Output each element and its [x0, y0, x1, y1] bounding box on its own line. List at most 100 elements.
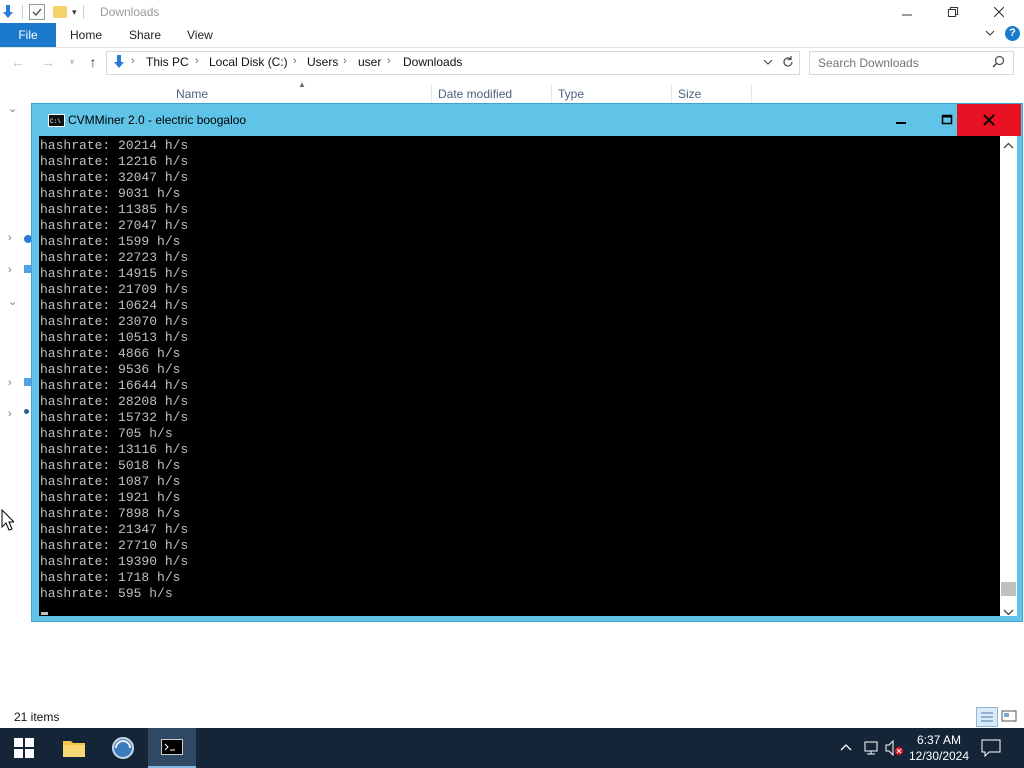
downloads-folder-icon — [111, 54, 127, 73]
properties-icon[interactable] — [29, 4, 45, 20]
breadcrumb-user[interactable]: user — [358, 55, 381, 69]
column-type[interactable]: Type — [552, 84, 672, 104]
download-arrow-icon[interactable] — [0, 4, 16, 20]
console-line: hashrate: 595 h/s — [40, 586, 173, 601]
console-taskbar-button[interactable] — [148, 728, 196, 768]
console-cursor — [41, 612, 48, 615]
console-line: hashrate: 1718 h/s — [40, 570, 181, 585]
browser-globe-icon — [112, 737, 134, 759]
tab-home[interactable]: Home — [70, 23, 102, 47]
details-view-icon[interactable] — [976, 707, 998, 727]
scroll-down-chevron-icon[interactable] — [1003, 605, 1014, 619]
console-close-button[interactable] — [957, 104, 1021, 136]
action-center-icon[interactable] — [981, 739, 1001, 760]
address-dropdown-icon[interactable] — [762, 56, 774, 71]
breadcrumb-separator-icon[interactable]: › — [195, 55, 199, 67]
tab-file[interactable]: File — [0, 23, 56, 47]
column-size[interactable]: Size — [672, 84, 752, 104]
up-arrow-icon[interactable]: ↑ — [83, 54, 103, 72]
search-icon[interactable] — [992, 55, 1005, 71]
console-line: hashrate: 1599 h/s — [40, 234, 181, 249]
homegroup-icon — [24, 409, 29, 414]
console-icon — [161, 739, 183, 755]
scroll-thumb[interactable] — [1001, 582, 1016, 596]
console-scrollbar[interactable] — [1000, 136, 1017, 616]
console-line: hashrate: 14915 h/s — [40, 266, 189, 281]
volume-muted-icon[interactable] — [884, 739, 904, 759]
browser-taskbar-button[interactable] — [99, 728, 147, 768]
quick-access-toolbar: ▾ — [0, 3, 90, 21]
breadcrumb-separator-icon[interactable]: › — [131, 55, 135, 67]
console-line: hashrate: 16644 h/s — [40, 378, 189, 393]
item-count: 21 items — [14, 710, 60, 724]
ribbon-expand-icon[interactable] — [984, 27, 996, 42]
nav-collapse-chevron-icon[interactable]: › — [8, 232, 12, 244]
nav-collapse-chevron-icon[interactable]: › — [8, 377, 12, 389]
console-output[interactable]: hashrate: 20214 h/s hashrate: 12216 h/s ha… — [39, 136, 1000, 616]
console-line: hashrate: 9031 h/s — [40, 186, 181, 201]
show-hidden-icons-chevron-icon[interactable] — [839, 741, 853, 756]
console-line: hashrate: 27710 h/s — [40, 538, 189, 553]
console-title-bar[interactable]: C:\ CVMMiner 2.0 - electric boogaloo — [32, 104, 1022, 136]
console-line: hashrate: 32047 h/s — [40, 170, 189, 185]
svg-text:C:\: C:\ — [50, 118, 61, 125]
ribbon-tabs: File Home Share View ? — [0, 23, 1024, 48]
window-title: Downloads — [100, 5, 160, 19]
sort-ascending-icon: ▲ — [298, 80, 306, 89]
console-line: hashrate: 22723 h/s — [40, 250, 189, 265]
console-line: hashrate: 20214 h/s — [40, 138, 189, 153]
console-line: hashrate: 4866 h/s — [40, 346, 181, 361]
console-line: hashrate: 1087 h/s — [40, 474, 181, 489]
nav-collapse-chevron-icon[interactable]: › — [8, 264, 12, 276]
breadcrumb-local-disk[interactable]: Local Disk (C:) — [209, 55, 288, 69]
minimize-button[interactable] — [884, 0, 930, 23]
console-title: CVMMiner 2.0 - electric boogaloo — [68, 113, 247, 127]
nav-expand-chevron-icon[interactable]: ⌄ — [8, 102, 17, 115]
new-folder-icon[interactable] — [53, 6, 67, 18]
close-button[interactable] — [976, 0, 1022, 23]
chevron-down-icon[interactable]: ▾ — [72, 7, 77, 18]
forward-arrow-icon[interactable]: → — [38, 54, 58, 72]
console-line: hashrate: 27047 h/s — [40, 218, 189, 233]
console-minimize-button[interactable] — [878, 104, 924, 136]
console-line: hashrate: 12216 h/s — [40, 154, 189, 169]
restore-button[interactable] — [930, 0, 976, 23]
breadcrumb-separator-icon[interactable]: › — [387, 55, 391, 67]
breadcrumb-separator-icon[interactable]: › — [343, 55, 347, 67]
folder-icon — [63, 741, 85, 757]
console-line: hashrate: 21347 h/s — [40, 522, 189, 537]
file-list-header: Name ▲ Date modified Type Size — [160, 80, 760, 104]
file-explorer-taskbar-button[interactable] — [50, 728, 98, 768]
help-icon[interactable]: ? — [1005, 26, 1020, 41]
recent-locations-chevron-icon[interactable]: ▾ — [62, 57, 82, 75]
refresh-icon[interactable] — [781, 55, 795, 72]
taskbar: 6:37 AM 12/30/2024 — [0, 728, 1024, 768]
mouse-cursor-icon — [1, 508, 16, 534]
column-date-modified[interactable]: Date modified — [432, 84, 552, 104]
console-line: hashrate: 10624 h/s — [40, 298, 189, 313]
system-clock[interactable]: 6:37 AM 12/30/2024 — [906, 732, 972, 764]
breadcrumb-downloads[interactable]: Downloads — [403, 55, 462, 69]
console-line: hashrate: 9536 h/s — [40, 362, 181, 377]
breadcrumb-this-pc[interactable]: This PC — [146, 55, 189, 69]
search-input[interactable] — [816, 54, 990, 72]
console-line: hashrate: 23070 h/s — [40, 314, 189, 329]
search-box[interactable] — [809, 51, 1014, 75]
tab-view[interactable]: View — [187, 23, 213, 47]
console-line: hashrate: 19390 h/s — [40, 554, 189, 569]
console-line: hashrate: 28208 h/s — [40, 394, 189, 409]
back-arrow-icon[interactable]: ← — [8, 54, 28, 72]
breadcrumb-separator-icon[interactable]: › — [293, 55, 297, 67]
console-line: hashrate: 1921 h/s — [40, 490, 181, 505]
nav-collapse-chevron-icon[interactable]: › — [8, 408, 12, 420]
nav-expand-chevron-icon[interactable]: ⌄ — [8, 295, 17, 308]
tab-share[interactable]: Share — [129, 23, 161, 47]
scroll-up-chevron-icon[interactable] — [1003, 139, 1014, 153]
cvmminer-console-window[interactable]: C:\ CVMMiner 2.0 - electric boogaloo has… — [31, 103, 1023, 622]
large-icons-view-icon[interactable] — [1001, 709, 1017, 726]
console-line: hashrate: 10513 h/s — [40, 330, 189, 345]
breadcrumb-users[interactable]: Users — [307, 55, 338, 69]
network-icon[interactable] — [862, 740, 880, 759]
address-bar[interactable]: › This PC › Local Disk (C:) › Users › us… — [106, 51, 800, 75]
start-button[interactable] — [0, 728, 48, 768]
